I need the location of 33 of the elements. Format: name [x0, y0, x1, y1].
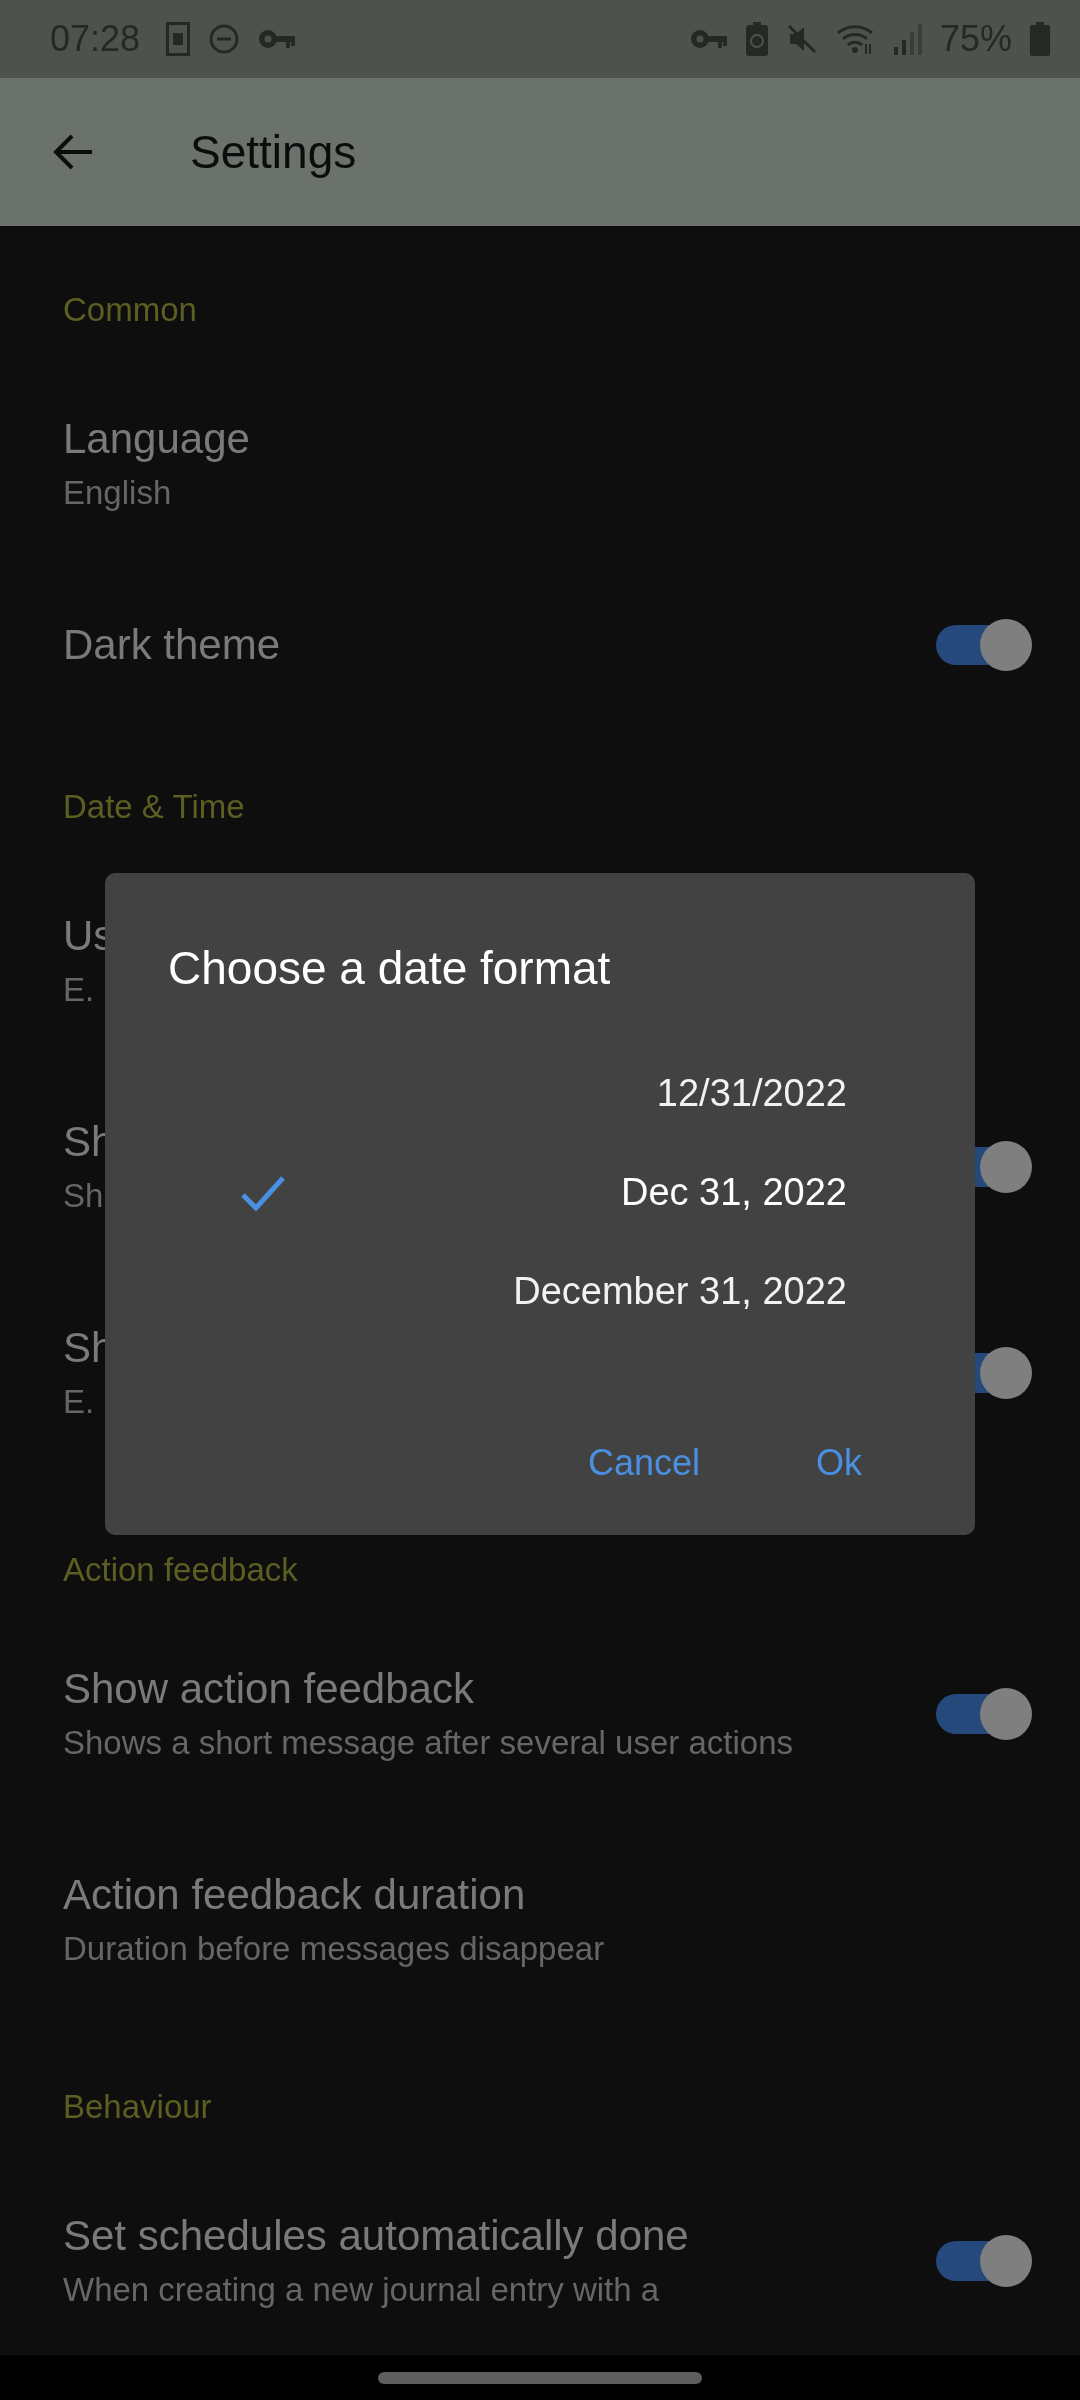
- setting-description: When creating a new journal entry with a: [63, 2270, 660, 2310]
- setting-description: Shows a short message after several user actions: [63, 1723, 793, 1763]
- setting-description: Duration before messages disappear: [63, 1929, 605, 1969]
- do-not-disturb-icon: [208, 23, 241, 55]
- section-header: Common: [62, 290, 198, 330]
- toggle-switch[interactable]: [936, 2235, 1032, 2287]
- date-format-option[interactable]: December 31, 2022: [105, 1242, 975, 1341]
- dialog-title: Choose a date format: [168, 941, 612, 996]
- section-header: Behaviour: [62, 2087, 213, 2127]
- setting-description: English: [63, 473, 172, 513]
- date-format-option[interactable]: 12/31/2022: [105, 1044, 975, 1143]
- setting-description: E.: [63, 1382, 95, 1422]
- setting-description: E.: [63, 970, 95, 1010]
- toggle-switch[interactable]: [936, 1688, 1032, 1740]
- battery-icon: [1030, 22, 1050, 56]
- toggle-switch[interactable]: [936, 619, 1032, 671]
- date-format-option[interactable]: Dec 31, 2022: [105, 1143, 975, 1242]
- app-bar-title: Settings: [190, 125, 357, 179]
- setting-title: Action feedback duration: [63, 1870, 527, 1920]
- setting-title: Show action feedback: [63, 1664, 475, 1714]
- setting-title: Set schedules automatically done: [63, 2211, 690, 2261]
- sim-card-icon: [166, 22, 191, 56]
- key-icon: [689, 27, 728, 51]
- muted-speaker-icon: [785, 23, 818, 55]
- battery-saver-icon: [745, 22, 768, 56]
- signal-icon: [893, 23, 922, 55]
- setting-title: Language: [63, 414, 251, 464]
- section-header: Action feedback: [62, 1550, 299, 1590]
- key-icon: [258, 27, 297, 51]
- section-header: Date & Time: [62, 787, 246, 827]
- home-indicator[interactable]: [378, 2371, 702, 2384]
- setting-description: Sh: [63, 1176, 104, 1216]
- setting-title: Dark theme: [63, 620, 282, 670]
